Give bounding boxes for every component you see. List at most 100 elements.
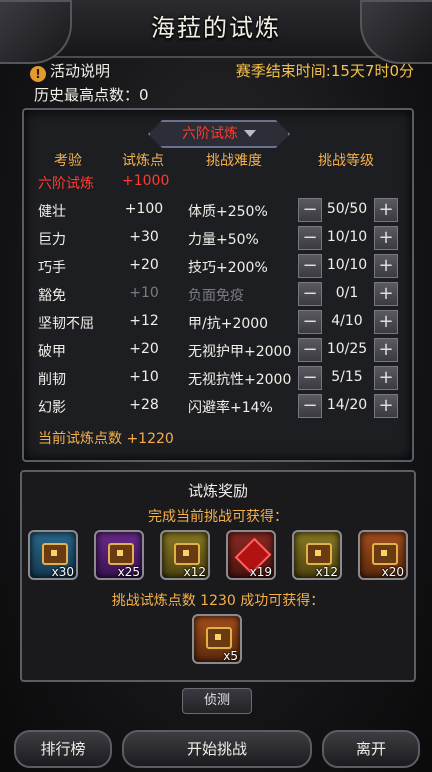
reward-item[interactable]: x19: [226, 530, 276, 580]
level-value: 4/10: [331, 313, 363, 329]
trial-points: +10: [129, 285, 159, 301]
trial-points: +100: [124, 201, 164, 217]
trial-effect: 力量+50%: [188, 232, 259, 248]
trial-effect: 技巧+200%: [188, 260, 268, 276]
trial-name: 巧手: [38, 260, 66, 276]
reward-item[interactable]: x25: [94, 530, 144, 580]
trial-name: 巨力: [38, 232, 66, 248]
increase-button[interactable]: +: [374, 338, 398, 362]
col-trial: 考验: [54, 153, 82, 169]
reward-qty: x19: [249, 565, 272, 579]
increase-button[interactable]: +: [374, 394, 398, 418]
level-value: 10/25: [326, 341, 368, 357]
level-value: 10/10: [326, 229, 368, 245]
challenge-rewards-label: 挑战试炼点数 1230 成功可获得：: [111, 593, 325, 609]
challenge-reward-item[interactable]: x5: [192, 614, 242, 664]
decrease-button[interactable]: −: [298, 282, 322, 306]
level-value: 14/20: [326, 397, 368, 413]
tier-dropdown[interactable]: 六阶试炼: [148, 120, 290, 148]
trial-effect: 无视抗性+2000: [188, 372, 292, 388]
title-bar: 海菈的试炼: [0, 0, 432, 64]
col-points: 试炼点: [122, 153, 164, 169]
col-difficulty: 挑战难度: [206, 153, 262, 169]
reward-qty: x20: [381, 565, 404, 579]
decrease-button[interactable]: −: [298, 366, 322, 390]
trial-name: 豁免: [38, 288, 66, 304]
increase-button[interactable]: +: [374, 254, 398, 278]
increase-button[interactable]: +: [374, 366, 398, 390]
level-stepper: − 14/20 +: [298, 394, 398, 418]
trial-effect: 体质+250%: [188, 204, 268, 220]
level-stepper: − 4/10 +: [298, 310, 398, 334]
increase-button[interactable]: +: [374, 198, 398, 222]
increase-button[interactable]: +: [374, 310, 398, 334]
decrease-button[interactable]: −: [298, 338, 322, 362]
trial-panel: 六阶试炼 考验 试炼点 挑战难度 挑战等级 六阶试炼 +1000 健壮 +100…: [22, 108, 414, 462]
trial-row: 巨力 +30 力量+50% − 10/10 +: [24, 226, 412, 250]
current-points-total: 当前试炼点数 +1220: [38, 431, 174, 447]
trial-row: 豁免 +10 负面免疫 − 0/1 +: [24, 282, 412, 306]
ranking-button[interactable]: 排行榜: [14, 730, 112, 768]
trial-points: +10: [129, 369, 159, 385]
trial-points: +12: [129, 313, 159, 329]
decrease-button[interactable]: −: [298, 310, 322, 334]
trial-points: +20: [129, 341, 159, 357]
trial-points: +20: [129, 257, 159, 273]
reward-qty: x5: [223, 649, 238, 663]
trial-row: 坚韧不屈 +12 甲/抗+2000 − 4/10 +: [24, 310, 412, 334]
start-challenge-button[interactable]: 开始挑战: [122, 730, 312, 768]
level-value: 0/1: [335, 285, 359, 301]
chest-icon: [306, 543, 332, 565]
spy-button[interactable]: 侦测: [182, 688, 252, 714]
trial-name: 坚韧不屈: [38, 316, 94, 332]
decrease-button[interactable]: −: [298, 226, 322, 250]
reward-qty: x25: [117, 565, 140, 579]
col-level: 挑战等级: [318, 153, 374, 169]
increase-button[interactable]: +: [374, 282, 398, 306]
season-end-time: 赛季结束时间:15天7时0分: [235, 62, 414, 80]
level-value: 50/50: [326, 201, 368, 217]
reward-item[interactable]: x30: [28, 530, 78, 580]
level-stepper: − 10/10 +: [298, 254, 398, 278]
notice-icon: !: [30, 66, 46, 82]
trial-effect: 负面免疫: [188, 288, 244, 304]
trial-effect: 无视护甲+2000: [188, 344, 292, 360]
chest-icon: [108, 543, 134, 565]
level-stepper: − 10/10 +: [298, 226, 398, 250]
current-rewards-label: 完成当前挑战可获得：: [148, 509, 288, 525]
level-stepper: − 50/50 +: [298, 198, 398, 222]
page-title: 海菈的试炼: [151, 14, 281, 42]
chest-icon: [174, 543, 200, 565]
reward-qty: x12: [183, 565, 206, 579]
reward-item[interactable]: x20: [358, 530, 408, 580]
level-stepper: − 0/1 +: [298, 282, 398, 306]
trial-name: 幻影: [38, 400, 66, 416]
activity-info-button[interactable]: ! 活动说明: [30, 62, 111, 82]
trial-row: 健壮 +100 体质+250% − 50/50 +: [24, 198, 412, 222]
game-screen: 海菈的试炼 ! 活动说明 赛季结束时间:15天7时0分 历史最高点数：0 六阶试炼…: [0, 0, 432, 772]
chest-icon: [42, 543, 68, 565]
tier-summary-row: 六阶试炼 +1000: [24, 170, 412, 194]
trial-effect: 闪避率+14%: [188, 400, 273, 416]
decrease-button[interactable]: −: [298, 394, 322, 418]
trial-row: 削韧 +10 无视抗性+2000 − 5/15 +: [24, 366, 412, 390]
reward-item[interactable]: x12: [292, 530, 342, 580]
leave-button[interactable]: 离开: [322, 730, 420, 768]
decrease-button[interactable]: −: [298, 254, 322, 278]
chest-icon: [206, 627, 232, 649]
best-score: 历史最高点数：0: [34, 86, 149, 104]
trial-name: 削韧: [38, 372, 66, 388]
level-stepper: − 5/15 +: [298, 366, 398, 390]
info-row: ! 活动说明 赛季结束时间:15天7时0分: [30, 60, 414, 82]
level-value: 5/15: [331, 369, 363, 385]
level-stepper: − 10/25 +: [298, 338, 398, 362]
increase-button[interactable]: +: [374, 226, 398, 250]
tier-dropdown-label: 六阶试炼: [182, 126, 238, 142]
reward-item[interactable]: x12: [160, 530, 210, 580]
rewards-panel: 试炼奖励 完成当前挑战可获得： x30 x25 x12 x19 x12 x20 …: [20, 470, 416, 682]
trial-points: +30: [129, 229, 159, 245]
reward-qty: x30: [51, 565, 74, 579]
decrease-button[interactable]: −: [298, 198, 322, 222]
chest-icon: [372, 543, 398, 565]
activity-info-label: 活动说明: [50, 62, 111, 80]
